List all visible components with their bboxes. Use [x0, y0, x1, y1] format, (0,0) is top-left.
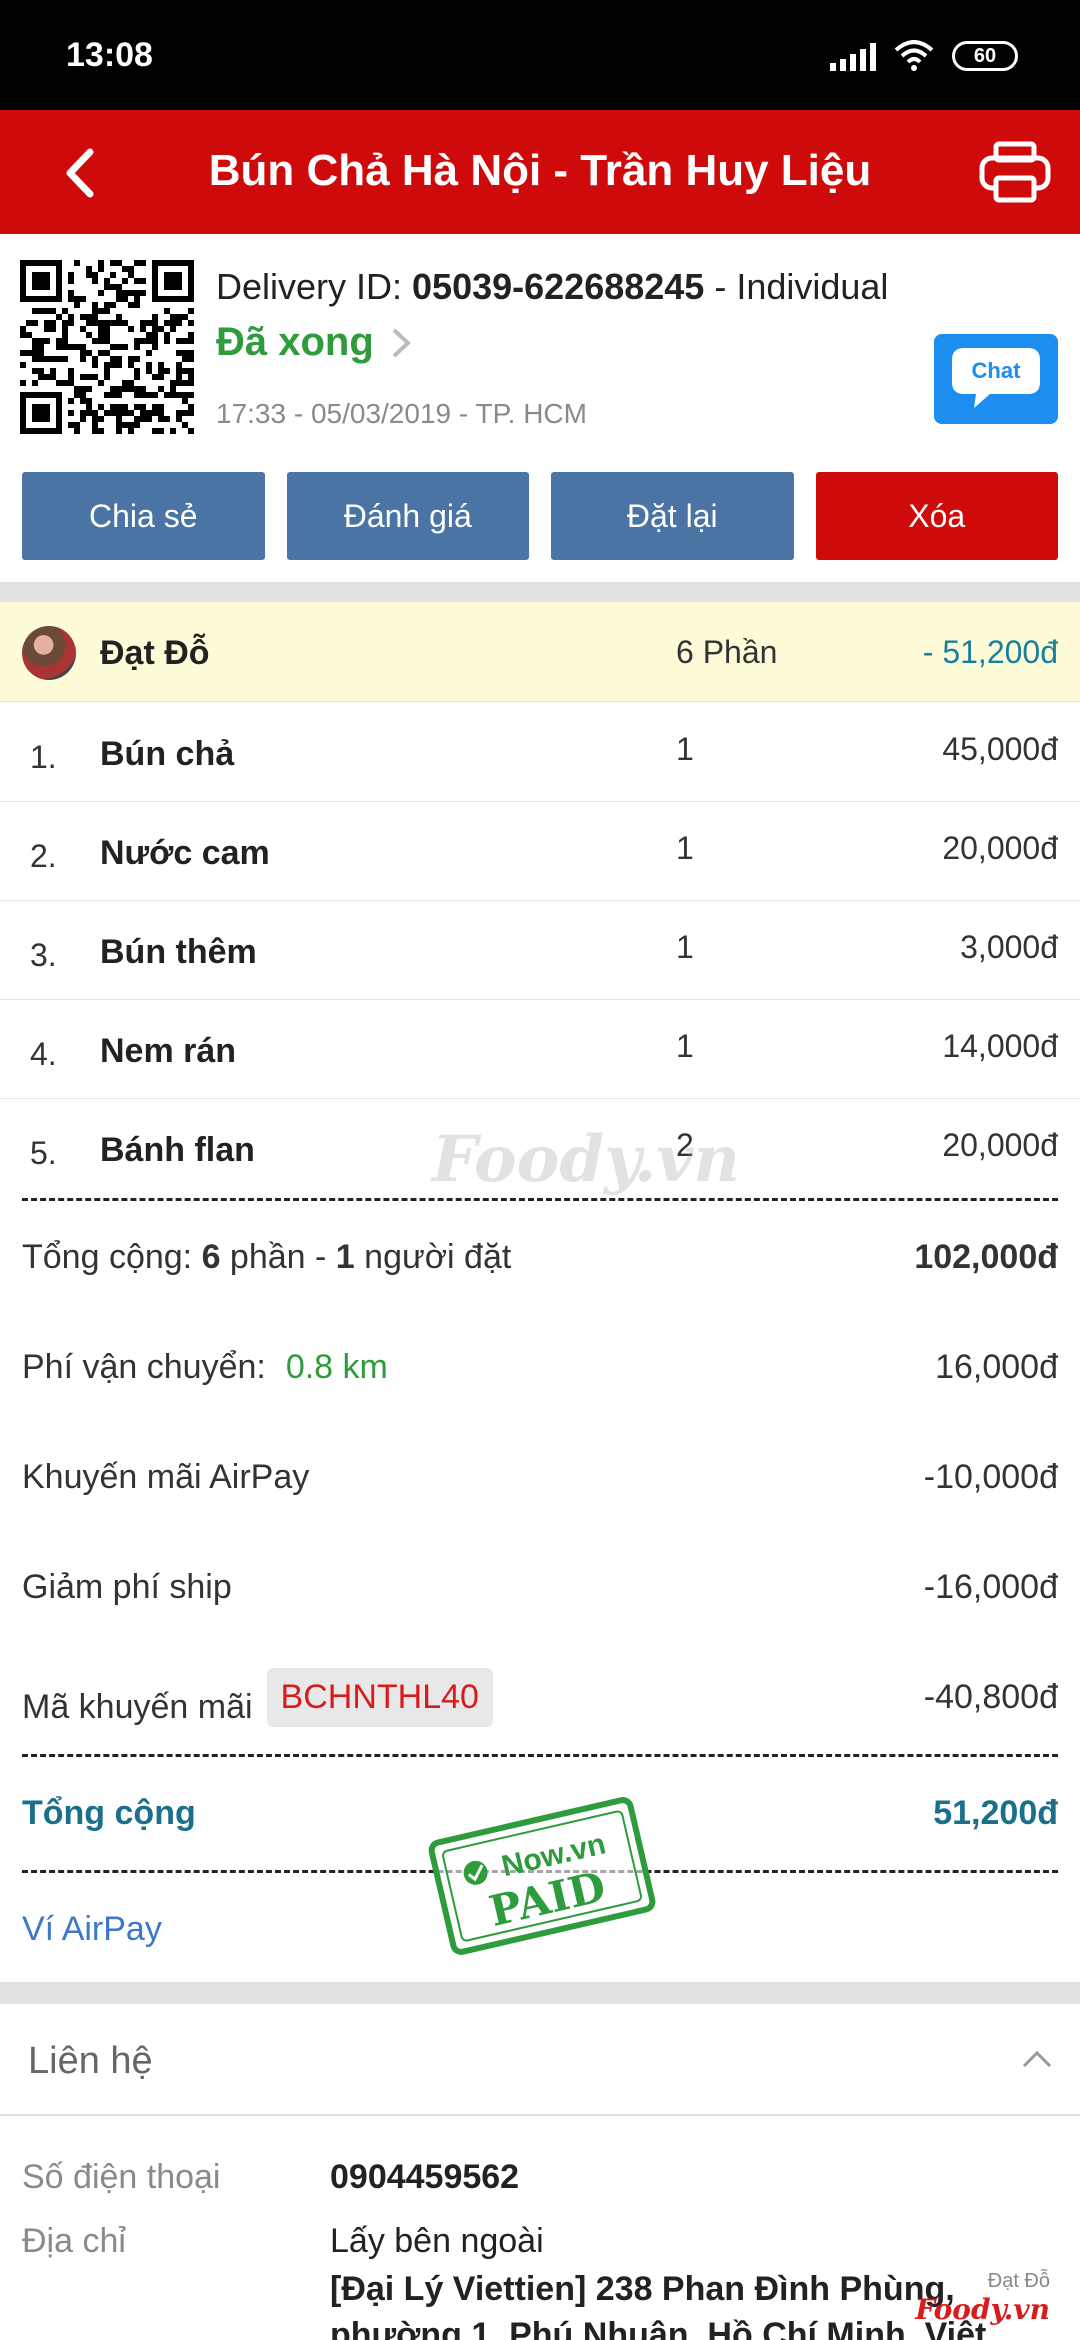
- section-divider: [0, 582, 1080, 604]
- orderer-quantity: 6 Phần: [676, 634, 778, 670]
- chat-label: Chat: [972, 358, 1022, 383]
- share-button[interactable]: Chia sẻ: [22, 472, 265, 560]
- delete-button[interactable]: Xóa: [815, 472, 1058, 560]
- qr-code-icon: [20, 260, 194, 434]
- wifi-icon: [894, 40, 934, 71]
- chat-button[interactable]: Chat: [934, 334, 1058, 424]
- corner-watermark-brand: Foody.vn: [915, 2293, 1050, 2326]
- item-index: 1.: [30, 739, 57, 775]
- promo-code-label-wrap: Mã khuyến mãi BCHNTHL40: [22, 1668, 493, 1737]
- airpay-promo-label: Khuyến mãi AirPay: [22, 1458, 310, 1496]
- list-item: 4. Nem rán 1 14,000đ: [0, 1000, 1080, 1099]
- orderer-row: Đạt Đỗ 6 Phần - 51,200đ: [0, 602, 1080, 702]
- back-arrow-icon[interactable]: [48, 138, 118, 208]
- status-icons: 60: [830, 36, 1018, 76]
- item-price: 20,000đ: [942, 830, 1058, 866]
- promo-code-row: Mã khuyến mãi BCHNTHL40 -40,800đ: [0, 1668, 1080, 1730]
- foody-watermark: Foody.vn: [432, 1122, 740, 1197]
- dashed-divider: [22, 1754, 1058, 1757]
- ship-discount-label: Giảm phí ship: [22, 1568, 232, 1606]
- item-qty: 1: [676, 1028, 694, 1064]
- delivery-id: Delivery ID: 05039-622688245 - Individua…: [216, 266, 888, 308]
- item-name: Bún thêm: [100, 933, 257, 971]
- subtotal-value: 102,000đ: [914, 1238, 1058, 1276]
- section-divider: [0, 1982, 1080, 2004]
- subtotal-mid: phần -: [220, 1238, 336, 1276]
- item-name: Bánh flan: [100, 1131, 255, 1169]
- item-name: Nước cam: [100, 834, 270, 872]
- order-status-label: Đã xong: [216, 320, 374, 364]
- battery-icon: 60: [952, 41, 1018, 71]
- subtotal-label: Tổng cộng: 6 phần - 1 người đặt: [22, 1238, 511, 1277]
- delivery-type: - Individual: [704, 266, 889, 307]
- subtotal-suffix: người đặt: [354, 1238, 512, 1276]
- item-qty: 1: [676, 929, 694, 965]
- shipping-value: 16,000đ: [935, 1348, 1058, 1386]
- payment-method: Ví AirPay: [22, 1910, 162, 1948]
- item-price: 45,000đ: [942, 731, 1058, 767]
- signal-icon: [830, 41, 876, 71]
- item-name: Bún chả: [100, 735, 235, 773]
- corner-watermark: Đạt Đỗ Foody.vn: [915, 2270, 1050, 2326]
- item-index: 3.: [30, 937, 57, 973]
- corner-watermark-name: Đạt Đỗ: [987, 2270, 1050, 2292]
- list-item: 2. Nước cam 1 20,000đ: [0, 802, 1080, 901]
- address-label: Địa chỉ: [22, 2222, 126, 2260]
- promo-code-value: -40,800đ: [923, 1678, 1058, 1716]
- item-qty: 1: [676, 830, 694, 866]
- phone-label: Số điện thoại: [22, 2158, 221, 2196]
- shipping-label: Phí vận chuyển:: [22, 1348, 266, 1386]
- orderer-amount: - 51,200đ: [922, 634, 1058, 670]
- item-name: Nem rán: [100, 1032, 237, 1070]
- subtotal-prefix: Tổng cộng:: [22, 1238, 202, 1276]
- order-status[interactable]: Đã xong: [216, 320, 412, 365]
- promo-code-label: Mã khuyến mãi: [22, 1688, 253, 1726]
- avatar: [22, 626, 76, 680]
- orderer-name: Đạt Đỗ: [100, 634, 210, 672]
- reorder-button[interactable]: Đặt lại: [551, 472, 794, 560]
- order-meta: 17:33 - 05/03/2019 - TP. HCM: [216, 398, 587, 429]
- list-item: 3. Bún thêm 1 3,000đ: [0, 901, 1080, 1000]
- subtotal-row: Tổng cộng: 6 phần - 1 người đặt 102,000đ: [0, 1230, 1080, 1290]
- status-time: 13:08: [66, 36, 153, 74]
- chevron-right-icon: [392, 328, 411, 357]
- item-qty: 1: [676, 731, 694, 767]
- chevron-up-icon[interactable]: [1020, 2042, 1054, 2076]
- item-price: 20,000đ: [942, 1127, 1058, 1163]
- address-line1: Lấy bên ngoài: [330, 2222, 544, 2260]
- subtotal-count: 6: [201, 1238, 221, 1276]
- promo-code-badge: BCHNTHL40: [266, 1668, 493, 1727]
- shipping-distance: 0.8 km: [285, 1348, 388, 1386]
- total-label: Tổng cộng: [22, 1794, 196, 1832]
- page-title: Bún Chả Hà Nội - Trần Huy Liệu: [208, 146, 872, 195]
- subtotal-people: 1: [335, 1238, 355, 1276]
- shipping-label-wrap: Phí vận chuyển: 0.8 km: [22, 1348, 388, 1387]
- shipping-row: Phí vận chuyển: 0.8 km 16,000đ: [0, 1340, 1080, 1400]
- ship-discount-row: Giảm phí ship -16,000đ: [0, 1560, 1080, 1620]
- item-index: 2.: [30, 838, 57, 874]
- item-price: 14,000đ: [942, 1028, 1058, 1064]
- airpay-promo-value: -10,000đ: [923, 1458, 1058, 1496]
- item-price: 3,000đ: [960, 929, 1058, 965]
- address-line2: [Đại Lý Viettien] 238 Phan Đình Phùng, p…: [330, 2270, 987, 2340]
- item-index: 4.: [30, 1036, 57, 1072]
- delivery-id-label: Delivery ID:: [216, 266, 413, 307]
- ship-discount-value: -16,000đ: [923, 1568, 1058, 1606]
- dashed-divider: [22, 1198, 1058, 1201]
- contact-section-header[interactable]: Liên hệ: [0, 2004, 1080, 2116]
- total-value: 51,200đ: [933, 1794, 1058, 1832]
- contact-title: Liên hệ: [28, 2040, 153, 2082]
- airpay-promo-row: Khuyến mãi AirPay -10,000đ: [0, 1450, 1080, 1510]
- status-bar: 13:08 60: [0, 0, 1080, 110]
- printer-icon[interactable]: [978, 140, 1052, 204]
- action-bar: Chia sẻ Đánh giá Đặt lại Xóa: [22, 472, 1058, 560]
- app-bar: Bún Chả Hà Nội - Trần Huy Liệu: [0, 110, 1080, 234]
- phone-value[interactable]: 0904459562: [330, 2158, 519, 2197]
- rate-button[interactable]: Đánh giá: [286, 472, 529, 560]
- delivery-id-value: 05039-622688245: [412, 266, 705, 307]
- list-item: 1. Bún chả 1 45,000đ: [0, 703, 1080, 802]
- item-index: 5.: [30, 1135, 57, 1171]
